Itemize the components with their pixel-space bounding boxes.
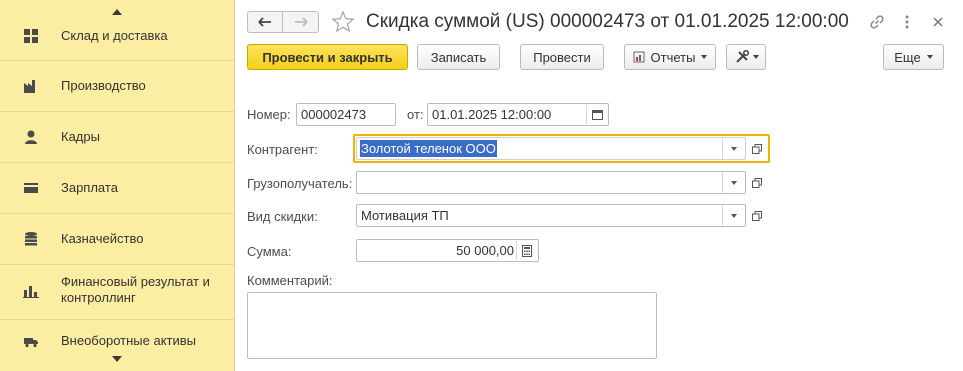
reports-label: Отчеты <box>650 49 696 65</box>
comment-label: Комментарий: <box>247 273 333 288</box>
back-button[interactable] <box>247 11 283 33</box>
link-icon[interactable] <box>867 12 887 32</box>
arrow-up-icon <box>112 9 122 15</box>
scroll-down-button[interactable] <box>0 349 234 369</box>
comment-textarea[interactable] <box>247 292 657 359</box>
divider <box>0 60 234 61</box>
discount-type-value: Мотивация ТП <box>361 208 449 223</box>
discount-type-open-button[interactable] <box>747 205 767 226</box>
chevron-down-icon <box>731 213 737 218</box>
amount-field[interactable]: 50 000,00 <box>356 239 539 262</box>
sidebar-item-production[interactable]: Производство <box>0 72 234 100</box>
sidebar-item-label: Внеоборотные активы <box>61 333 197 348</box>
tools-button[interactable] <box>726 44 766 70</box>
forward-button[interactable] <box>283 11 319 33</box>
counterparty-field[interactable]: Золотой теленок ООО <box>356 137 746 160</box>
discount-type-label: Вид скидки: <box>247 209 318 224</box>
truck-icon <box>24 338 38 348</box>
chevron-down-icon <box>701 55 708 59</box>
bar-chart-icon <box>23 286 39 298</box>
sidebar-item-warehouse[interactable]: Склад и доставка <box>0 22 234 50</box>
number-value: 000002473 <box>301 107 367 122</box>
consignee-field[interactable] <box>356 171 746 194</box>
counterparty-dropdown[interactable] <box>722 138 745 159</box>
sidebar-item-label: Склад и доставка <box>61 28 168 43</box>
sidebar-item-label: Финансовый результат и контроллинг <box>61 274 210 305</box>
sidebar-item-financial-result[interactable]: Финансовый результат и контроллинг <box>0 272 234 308</box>
post-and-close-button[interactable]: Провести и закрыть <box>247 44 408 70</box>
chevron-down-icon <box>752 55 759 59</box>
counterparty-label: Контрагент: <box>247 142 318 157</box>
open-icon <box>752 177 762 188</box>
sidebar-item-label: Казначейство <box>61 231 144 246</box>
open-icon <box>752 210 762 221</box>
reports-button[interactable]: Отчеты <box>624 44 716 70</box>
date-value: 01.01.2025 12:00:00 <box>432 107 552 122</box>
page-title: Скидка суммой (US) 000002473 от 01.01.20… <box>366 11 849 32</box>
more-button[interactable]: Еще <box>883 44 944 70</box>
sidebar-item-label: Производство <box>61 78 146 93</box>
arrow-left-icon <box>258 17 271 27</box>
wallet-icon <box>24 183 38 193</box>
amount-value: 50 000,00 <box>456 243 514 258</box>
divider <box>0 264 234 265</box>
calendar-button[interactable] <box>586 105 607 124</box>
save-button[interactable]: Записать <box>417 44 500 70</box>
warehouse-icon <box>24 29 38 43</box>
consignee-open-button[interactable] <box>747 172 767 193</box>
sections-panel: Склад и доставка Производство Кадры Зарп… <box>0 0 235 371</box>
sidebar-item-treasury[interactable]: Казначейство <box>0 225 234 253</box>
chevron-down-icon <box>926 55 933 59</box>
more-label: Еще <box>894 49 921 65</box>
coins-icon <box>25 232 37 246</box>
person-icon <box>25 130 37 144</box>
more-vertical-icon[interactable] <box>897 12 917 32</box>
amount-label: Сумма: <box>247 244 292 259</box>
date-label: от: <box>407 107 424 122</box>
discount-type-dropdown[interactable] <box>722 205 745 226</box>
counterparty-open-button[interactable] <box>747 138 767 159</box>
divider <box>0 213 234 214</box>
consignee-label: Грузополучатель: <box>247 176 353 191</box>
star-icon[interactable] <box>331 10 355 34</box>
consignee-dropdown[interactable] <box>722 172 745 193</box>
close-icon[interactable] <box>928 12 948 32</box>
sidebar-item-salary[interactable]: Зарплата <box>0 174 234 202</box>
post-button[interactable]: Провести <box>520 44 604 70</box>
report-icon <box>633 51 645 63</box>
number-field[interactable]: 000002473 <box>296 103 396 126</box>
number-label: Номер: <box>247 107 291 122</box>
divider <box>0 162 234 163</box>
counterparty-value: Золотой теленок ООО <box>360 140 497 157</box>
sidebar-item-label: Зарплата <box>61 180 118 195</box>
tools-icon <box>735 49 749 63</box>
divider <box>0 111 234 112</box>
date-field[interactable]: 01.01.2025 12:00:00 <box>427 103 609 126</box>
divider <box>0 319 234 320</box>
chevron-down-icon <box>731 146 737 151</box>
discount-type-field[interactable]: Мотивация ТП <box>356 204 746 227</box>
chevron-down-icon <box>731 180 737 185</box>
arrow-down-icon <box>112 356 122 362</box>
factory-icon <box>24 80 35 93</box>
scroll-up-button[interactable] <box>0 2 234 22</box>
sidebar-item-hr[interactable]: Кадры <box>0 123 234 151</box>
sidebar-item-label: Кадры <box>61 129 100 144</box>
calculator-button[interactable] <box>516 241 537 260</box>
arrow-right-icon <box>294 17 308 27</box>
calendar-icon <box>591 110 603 120</box>
open-icon <box>752 143 762 154</box>
calculator-icon <box>522 244 532 257</box>
